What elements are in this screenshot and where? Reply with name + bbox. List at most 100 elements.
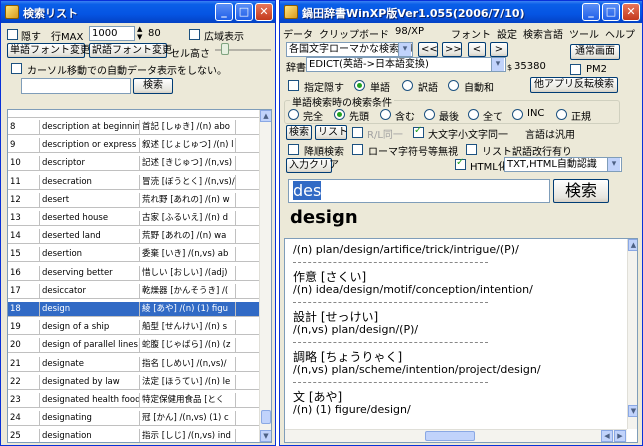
scroll-up-icon[interactable]: ▲ bbox=[260, 110, 271, 122]
table-row[interactable]: 12 desert 荒れ野 [あれの] /(n) w bbox=[8, 192, 260, 208]
descending-checkbox[interactable] bbox=[288, 144, 299, 155]
hide-label: 隠す bbox=[21, 32, 41, 43]
result-separator bbox=[293, 342, 488, 343]
list-search-input[interactable] bbox=[21, 78, 131, 94]
cond-prefix-radio[interactable] bbox=[334, 109, 345, 120]
cond-inc-radio[interactable] bbox=[512, 109, 523, 120]
result-scroll-down-icon[interactable]: ▼ bbox=[628, 405, 637, 417]
headword-font-button[interactable]: 単語フォント変更 bbox=[7, 43, 90, 58]
menu-item[interactable]: ヘルプ bbox=[605, 26, 635, 41]
maximize-icon[interactable]: □ bbox=[235, 3, 253, 21]
row-translation: 蛇腹 [じゃばら] /(n) (z bbox=[140, 338, 236, 353]
reverse-search-button[interactable]: 他アプリ反転検索 bbox=[530, 77, 618, 93]
table-row[interactable]: 17 desiccator 乾燥器 [かんそうき] /( bbox=[8, 283, 260, 299]
list-button[interactable]: リスト bbox=[315, 125, 348, 140]
list-translation-break-checkbox[interactable] bbox=[466, 144, 477, 155]
table-row[interactable]: 20 design of parallel lines 蛇腹 [じゃばら] /(n)… bbox=[8, 338, 260, 354]
cond-complete-radio[interactable] bbox=[288, 109, 299, 120]
row-translation: 記述 [きじゅつ] /(n,vs) bbox=[140, 156, 236, 171]
big-search-button[interactable]: 検索 bbox=[553, 179, 609, 203]
result-hscroll-thumb[interactable] bbox=[425, 431, 475, 441]
result-scroll-right-icon[interactable]: ▶ bbox=[614, 430, 626, 442]
row-max-input[interactable]: 1000 bbox=[89, 26, 135, 41]
dictionary-select[interactable]: EDICT(英語->日本語変換) bbox=[306, 57, 506, 72]
row-number: 20 bbox=[8, 338, 40, 353]
translation-font-button[interactable]: 訳語フォント変更 bbox=[89, 43, 172, 58]
cond-regex-radio[interactable] bbox=[556, 109, 567, 120]
close-icon[interactable]: ✕ bbox=[622, 3, 640, 21]
table-row[interactable]: 13 deserted house 古家 [ふるいえ] /(n) d bbox=[8, 211, 260, 226]
table-row[interactable]: 10 descriptor 記述 [きじゅつ] /(n,vs) bbox=[8, 156, 260, 172]
mode-translation-radio[interactable] bbox=[402, 80, 413, 91]
romaji-search-select[interactable]: 各国文字ローマかな検索無し bbox=[286, 42, 413, 57]
search-list-titlebar[interactable]: 検索リスト _ □ ✕ bbox=[1, 1, 275, 23]
list-search-button[interactable]: 検索 bbox=[133, 78, 173, 94]
cond-suffix-radio[interactable] bbox=[424, 109, 435, 120]
nav-prev2-button[interactable]: << bbox=[418, 42, 438, 57]
result-pane[interactable]: /(n) plan/design/artifice/trick/intrigue… bbox=[284, 238, 638, 443]
table-row[interactable]: 15 desertion 委棄 [いき] /(n,vs) ab bbox=[8, 247, 260, 263]
minimize-icon[interactable]: _ bbox=[215, 3, 233, 21]
nav-next2-button[interactable]: >> bbox=[442, 42, 462, 57]
minimize-icon[interactable]: _ bbox=[582, 3, 600, 21]
nav-next-button[interactable]: > bbox=[490, 42, 508, 57]
wide-display-checkbox[interactable] bbox=[189, 29, 200, 40]
maximize-icon[interactable]: □ bbox=[602, 3, 620, 21]
table-row[interactable]: 23 designated health food 特定保健用食品 [とく bbox=[8, 393, 260, 408]
result-entry-definition: /(n,vs) plan/scheme/intention/project/de… bbox=[293, 363, 541, 376]
menu-item[interactable]: 設定 bbox=[497, 26, 517, 41]
html-checkbox[interactable] bbox=[455, 157, 466, 170]
cell-height-label: セル高さ bbox=[170, 49, 210, 60]
row-translation: 委棄 [いき] /(n,vs) ab bbox=[140, 247, 236, 262]
hide-checkbox[interactable] bbox=[7, 29, 18, 40]
dictionary-titlebar[interactable]: 鍋田辞書WinXP版Ver1.055(2006/7/10) _ □ ✕ bbox=[280, 1, 642, 23]
table-row[interactable]: 11 desecration 冒涜 [ぼうとく] /(n,vs)/ bbox=[8, 174, 260, 190]
menu-item[interactable]: 検索言語 bbox=[523, 26, 563, 41]
result-list-grid[interactable]: 8 description at beginnin 首記 [しゅき] /(n) ab… bbox=[7, 109, 272, 443]
table-row[interactable]: 25 designation 指示 [しじ] /(n,vs) ind bbox=[8, 429, 260, 442]
search-input[interactable]: des bbox=[288, 179, 550, 203]
case-same-checkbox[interactable] bbox=[413, 125, 424, 138]
cell-height-slider[interactable] bbox=[221, 43, 229, 55]
nav-prev-button[interactable]: < bbox=[468, 42, 486, 57]
row-max-spinner[interactable]: ▲ ▼ bbox=[137, 25, 142, 41]
scroll-down-icon[interactable]: ▼ bbox=[260, 430, 271, 442]
table-row[interactable]: 22 designated by law 法定 [ほうてい] /(n) le bbox=[8, 374, 260, 390]
input-clear-button[interactable]: 入力クリア bbox=[286, 158, 339, 173]
roman-ignore-checkbox[interactable] bbox=[352, 144, 363, 155]
menu-item[interactable]: フォント bbox=[451, 26, 491, 41]
table-row[interactable]: 19 design of a ship 船型 [せんけい] /(n) s bbox=[8, 320, 260, 336]
row-headword: descriptor bbox=[40, 156, 140, 171]
result-entry-definition: /(n) plan/design/artifice/trick/intrigue… bbox=[293, 243, 519, 256]
search-button[interactable]: 検索 bbox=[286, 125, 312, 140]
table-row[interactable]: 18 design 綾 [あや] /(n) (1) figu bbox=[8, 302, 260, 317]
html-mode-select[interactable]: TXT,HTML自動認識 bbox=[504, 157, 622, 172]
cursor-autodisplay-checkbox[interactable] bbox=[11, 63, 22, 74]
menu-item[interactable]: クリップボード bbox=[319, 26, 389, 41]
pm2-checkbox[interactable] bbox=[570, 64, 581, 75]
table-row[interactable]: 14 deserted land 荒野 [あれの] /(n) wa bbox=[8, 229, 260, 245]
menu-item[interactable]: ツール bbox=[569, 26, 599, 41]
grid-scrollbar[interactable]: ▲ ▼ bbox=[259, 110, 271, 442]
table-row[interactable]: 9 description or express 叙述 [じょじゅつ] /(n) l bbox=[8, 138, 260, 154]
row-number: 16 bbox=[8, 265, 40, 280]
menu-item[interactable]: データ bbox=[283, 26, 313, 41]
mode-word-radio[interactable] bbox=[354, 80, 365, 91]
grid-scroll-thumb[interactable] bbox=[261, 410, 271, 424]
table-row[interactable]: 21 designate 指名 [しめい] /(n,vs)/ bbox=[8, 356, 260, 372]
menu-item[interactable]: 98/XP bbox=[395, 26, 424, 37]
hide-designation-checkbox[interactable] bbox=[288, 80, 299, 91]
table-row[interactable]: 24 designating 冠 [かん] /(n,vs) (1) c bbox=[8, 411, 260, 427]
normal-screen-button[interactable]: 通常画面 bbox=[570, 44, 620, 60]
cond-all-radio[interactable] bbox=[468, 109, 479, 120]
table-row[interactable]: 8 description at beginnin 首記 [しゅき] /(n) ab… bbox=[8, 120, 260, 135]
close-icon[interactable]: ✕ bbox=[255, 3, 273, 21]
cond-contains-radio[interactable] bbox=[380, 109, 391, 120]
r-same-checkbox[interactable] bbox=[352, 127, 363, 138]
mode-auto-radio[interactable] bbox=[448, 80, 459, 91]
result-scroll-up-icon[interactable]: ▲ bbox=[628, 239, 637, 251]
result-scroll-left-icon[interactable]: ◀ bbox=[601, 430, 613, 442]
result-vscrollbar[interactable]: ▲ ▼ bbox=[627, 239, 637, 429]
result-hscrollbar[interactable]: ◀ ▶ bbox=[285, 429, 627, 442]
table-row[interactable]: 16 deserving better 惜しい [おしい] /(adj) bbox=[8, 265, 260, 281]
